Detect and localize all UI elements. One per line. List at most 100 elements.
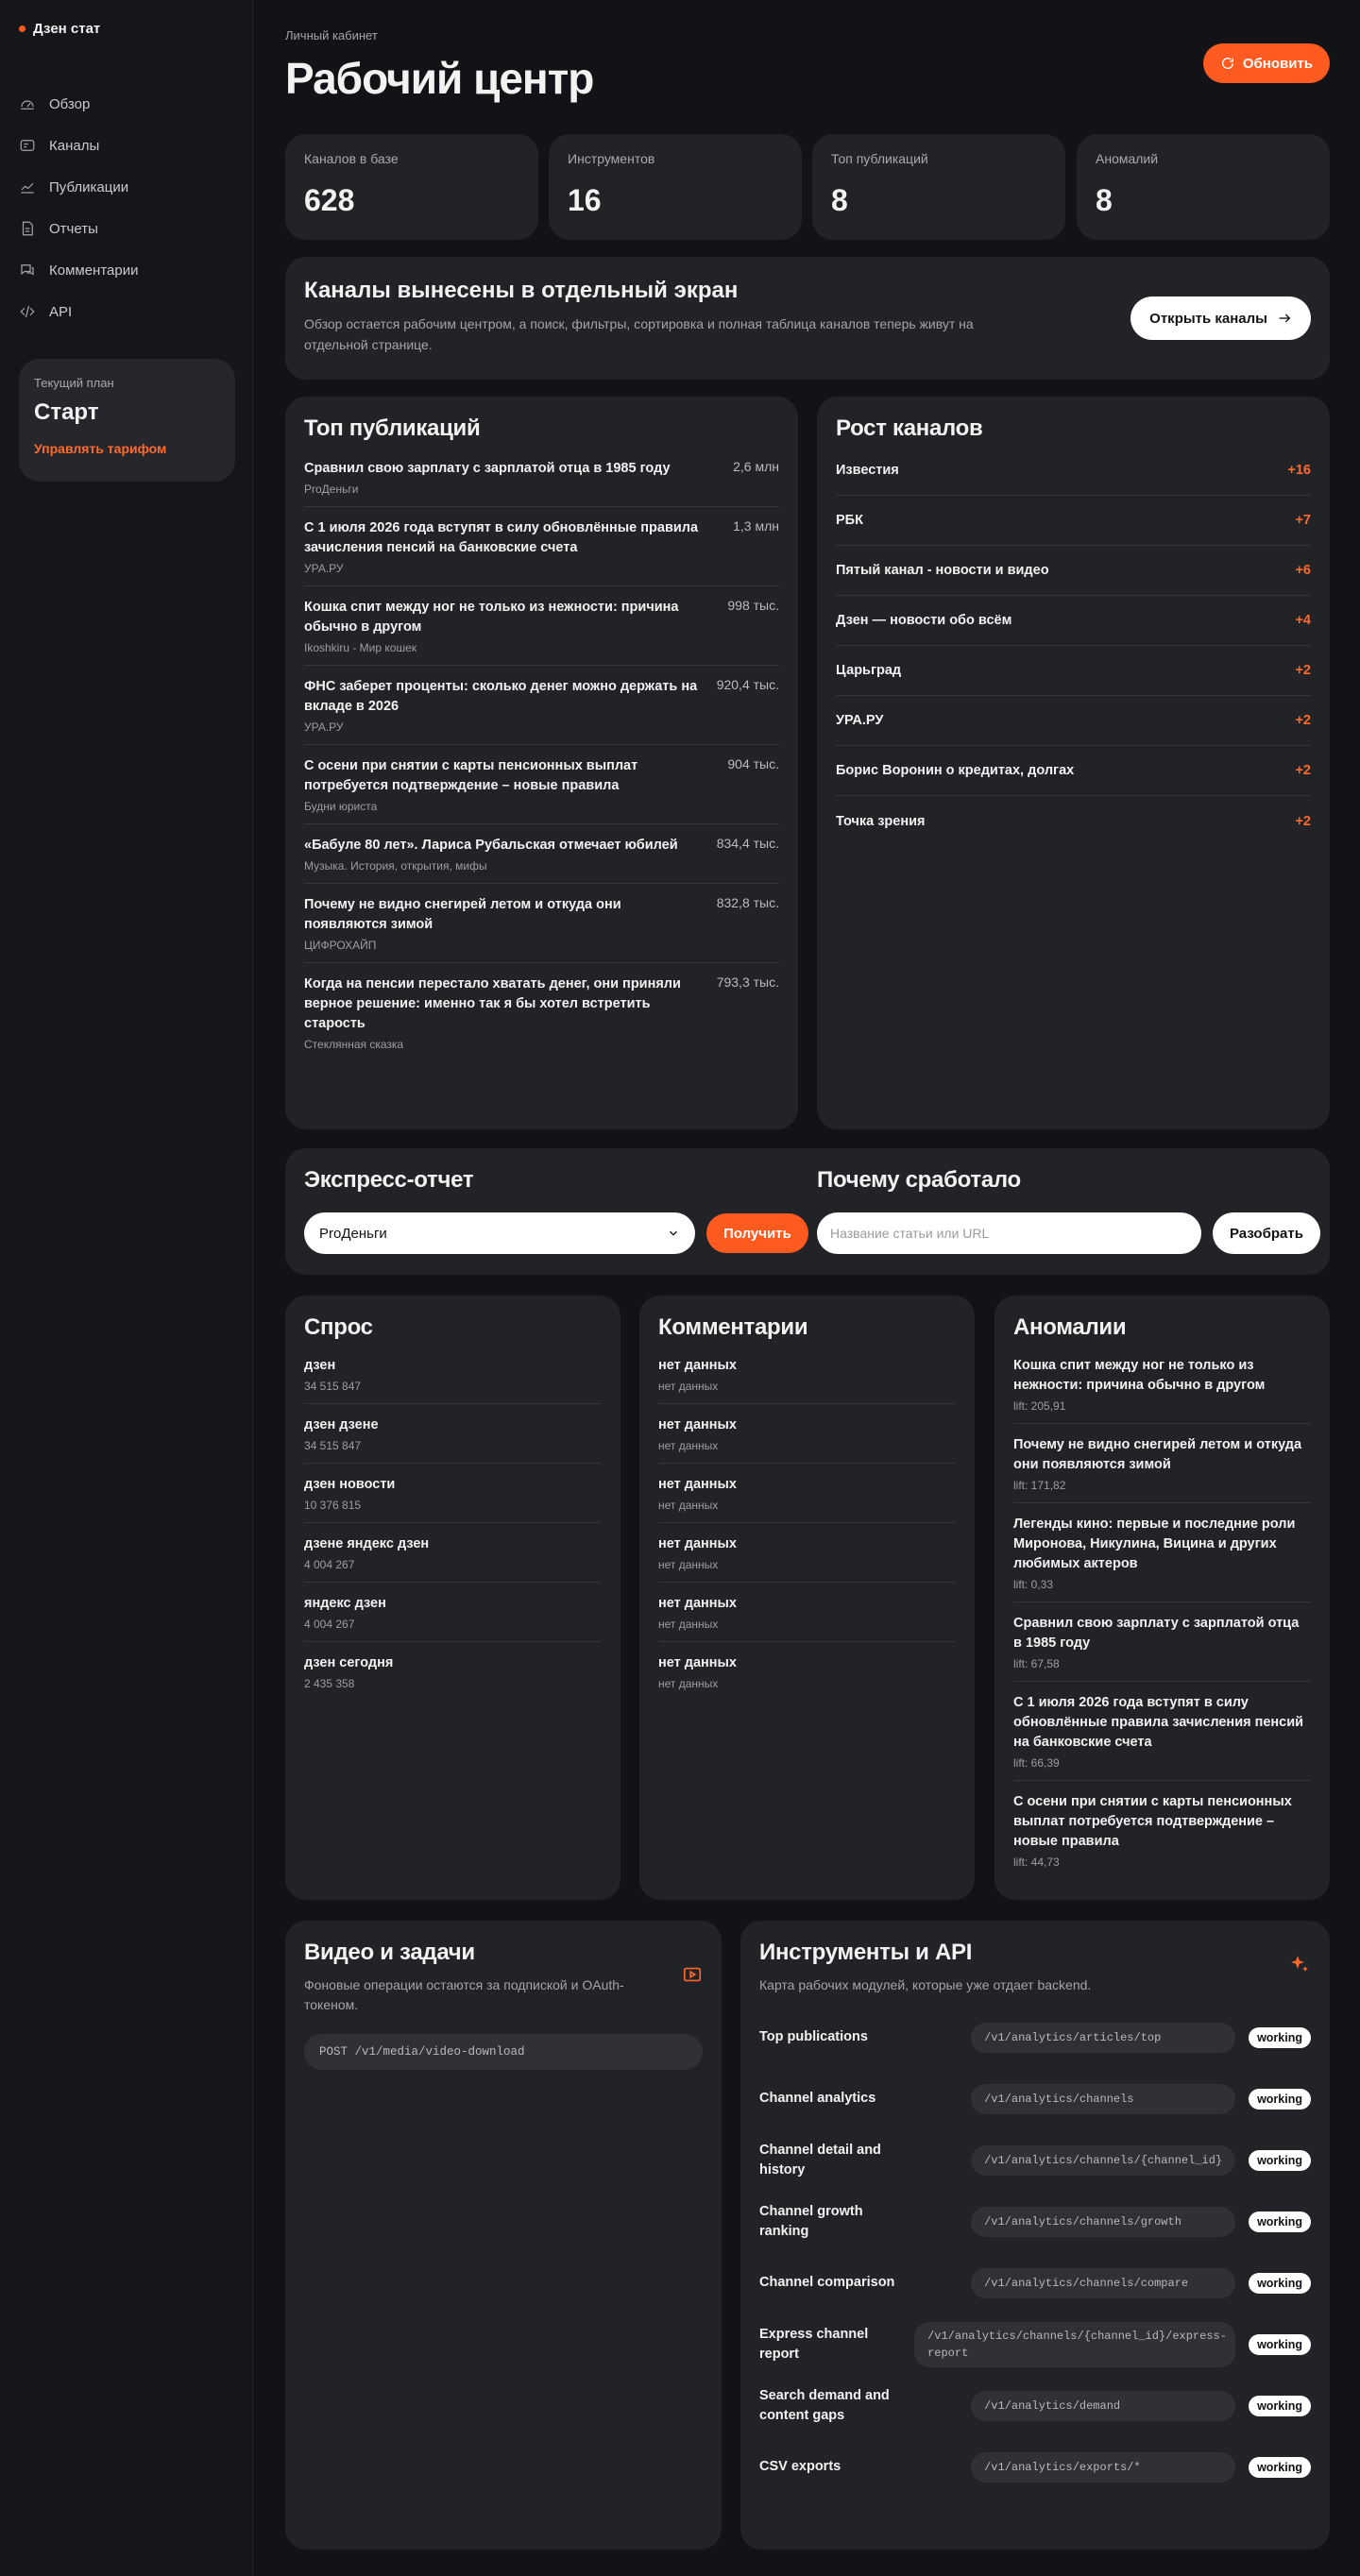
sidebar-item-overview[interactable]: Обзор: [19, 83, 234, 125]
tools-list: Top publications/v1/analytics/articles/t…: [759, 2007, 1311, 2498]
growth-row[interactable]: Царьград +2: [836, 646, 1311, 696]
sidebar-item-label: Публикации: [49, 178, 129, 195]
tool-name: CSV exports: [759, 2459, 842, 2474]
publication-title: ФНС заберет проценты: сколько денег можн…: [304, 679, 698, 714]
open-channels-button[interactable]: Открыть каналы: [1130, 297, 1311, 340]
channel-growth-list: Известия +16 РБК +7 Пятый канал - новости и …: [836, 446, 1311, 846]
publication-row[interactable]: «Бабуле 80 лет». Лариса Рубальская отмеч…: [304, 824, 779, 884]
tool-row: Channel growth ranking/v1/analytics/chan…: [759, 2191, 1311, 2252]
demand-row: дзен новости 10 376 815: [304, 1464, 602, 1523]
tool-row: CSV exports/v1/analytics/exports/* workin…: [759, 2436, 1311, 2498]
tool-endpoint: /v1/analytics/exports/*: [971, 2451, 1236, 2483]
tool-row: Express channel report/v1/analytics/chan…: [759, 2313, 1311, 2375]
anomaly-row[interactable]: Легенды кино: первые и последние роли Ми…: [1013, 1503, 1311, 1602]
article-url-input[interactable]: [817, 1212, 1201, 1254]
sidebar-item-label: Обзор: [49, 95, 91, 112]
sidebar-item-comments[interactable]: Комментарии: [19, 249, 234, 291]
growth-value: +2: [1295, 763, 1311, 778]
plan-card: Текущий план Старт Управлять тарифом: [19, 359, 235, 482]
tool-name: Express channel report: [759, 2326, 869, 2362]
video-tasks-title: Видео и задачи: [304, 1940, 475, 1965]
demand-row-value: 4 004 267: [304, 1618, 355, 1631]
tool-name: Search demand and content gaps: [759, 2387, 890, 2423]
refresh-button[interactable]: Обновить: [1202, 43, 1330, 83]
publication-row[interactable]: Когда на пенсии перестало хватать денег,…: [304, 963, 779, 1061]
refresh-button-label: Обновить: [1242, 55, 1313, 72]
stat-card-top-publications: Топ публикаций 8: [812, 134, 1065, 240]
sidebar-item-channels[interactable]: Каналы: [19, 125, 234, 166]
publication-views: 920,4 тыс.: [716, 677, 779, 692]
comment-row-value: нет данных: [658, 1439, 719, 1452]
sidebar: Дзен стат Обзор Каналы Публикации Отчеты…: [0, 0, 253, 2576]
sidebar-item-api[interactable]: API: [19, 291, 234, 332]
growth-row[interactable]: РБК +7: [836, 496, 1311, 546]
tool-endpoint: /v1/analytics/articles/top: [971, 2022, 1236, 2053]
anomaly-row[interactable]: С осени при снятии с карты пенсионных вы…: [1013, 1781, 1311, 1879]
banner-text: Обзор остается рабочим центром, а поиск,…: [304, 316, 974, 352]
anomaly-row[interactable]: Почему не видно снегирей летом и откуда …: [1013, 1424, 1311, 1503]
anomalies-card: Аномалии Кошка спит между ног не только …: [994, 1296, 1330, 1900]
tool-endpoint: /v1/analytics/channels/{channel_id}: [971, 2144, 1236, 2176]
channel-select[interactable]: ProДеньги: [304, 1212, 695, 1254]
publication-info: ФНС заберет проценты: сколько денег можн…: [304, 677, 701, 734]
anomaly-row[interactable]: Сравнил свою зарплату с зарплатой отца в…: [1013, 1602, 1311, 1682]
comment-row-value: нет данных: [658, 1380, 719, 1393]
publication-views: 832,8 тыс.: [716, 895, 779, 910]
tool-name: Top publications: [759, 2029, 868, 2044]
get-report-button[interactable]: Получить: [706, 1213, 808, 1253]
publication-source: УРА.РУ: [304, 562, 344, 575]
comment-row: нет данных нет данных: [658, 1523, 956, 1583]
growth-row[interactable]: Точка зрения +2: [836, 796, 1311, 846]
growth-row[interactable]: Известия +16: [836, 446, 1311, 496]
comment-row: нет данных нет данных: [658, 1583, 956, 1642]
manage-plan-link[interactable]: Управлять тарифом: [34, 441, 220, 456]
sidebar-item-publications[interactable]: Публикации: [19, 166, 234, 208]
publication-row[interactable]: Почему не видно снегирей летом и откуда …: [304, 884, 779, 963]
tool-endpoint: /v1/analytics/demand: [971, 2390, 1236, 2421]
comment-row-key: нет данных: [658, 1417, 737, 1432]
arrow-right-icon: [1279, 314, 1291, 323]
tool-meta: /v1/analytics/channels working: [971, 2083, 1311, 2114]
anomalies-title: Аномалии: [1013, 1314, 1127, 1340]
brand[interactable]: Дзен стат: [19, 21, 100, 37]
growth-channel-name: Царьград: [836, 663, 902, 678]
stat-value: 8: [1096, 183, 1113, 217]
analyze-button[interactable]: Разобрать: [1213, 1212, 1320, 1254]
sidebar-item-reports[interactable]: Отчеты: [19, 208, 234, 249]
stat-label: Инструментов: [568, 151, 655, 166]
sidebar-item-label: Каналы: [49, 137, 100, 154]
publication-views: 998 тыс.: [727, 598, 779, 613]
anomaly-row[interactable]: Кошка спит между ног не только из нежнос…: [1013, 1345, 1311, 1424]
stat-card-tools: Инструментов 16: [549, 134, 802, 240]
publication-row[interactable]: С 1 июля 2026 года вступят в силу обновл…: [304, 507, 779, 586]
growth-row[interactable]: УРА.РУ +2: [836, 696, 1311, 746]
sidebar-item-label: Комментарии: [49, 262, 139, 279]
anomaly-row[interactable]: С 1 июля 2026 года вступят в силу обновл…: [1013, 1682, 1311, 1781]
anomalies-list: Кошка спит между ног не только из нежнос…: [1013, 1345, 1311, 1879]
publication-row[interactable]: Кошка спит между ног не только из нежнос…: [304, 586, 779, 666]
comment-row-key: нет данных: [658, 1536, 737, 1551]
growth-channel-name: Известия: [836, 463, 899, 478]
growth-channel-name: УРА.РУ: [836, 713, 884, 728]
publication-title: С 1 июля 2026 года вступят в силу обновл…: [304, 520, 699, 555]
stat-value: 8: [831, 183, 848, 217]
chart-line-icon: [21, 182, 34, 194]
sidebar-item-label: API: [49, 303, 73, 320]
publication-row[interactable]: Сравнил свою зарплату с зарплатой отца в…: [304, 448, 779, 507]
publication-row[interactable]: ФНС заберет проценты: сколько денег можн…: [304, 666, 779, 745]
growth-row[interactable]: Дзен — новости обо всём +4: [836, 596, 1311, 646]
why-worked-section: Почему сработало Разобрать: [817, 1167, 1320, 1254]
growth-row[interactable]: Борис Воронин о кредитах, долгах +2: [836, 746, 1311, 796]
tool-meta: /v1/analytics/demand working: [971, 2390, 1311, 2421]
status-badge: working: [1249, 2149, 1311, 2171]
demand-row: яндекс дзен 4 004 267: [304, 1583, 602, 1642]
growth-value: +4: [1295, 613, 1311, 628]
demand-row: дзен сегодня 2 435 358: [304, 1642, 602, 1701]
publication-info: Когда на пенсии перестало хватать денег,…: [304, 974, 701, 1051]
growth-channel-name: РБК: [836, 513, 863, 528]
publication-row[interactable]: С осени при снятии с карты пенсионных вы…: [304, 745, 779, 824]
comment-row-value: нет данных: [658, 1499, 719, 1512]
growth-row[interactable]: Пятый канал - новости и видео +6: [836, 546, 1311, 596]
tool-endpoint: /v1/analytics/channels/{channel_id}/expr…: [914, 2321, 1236, 2367]
dashboard-icon: [21, 100, 34, 110]
